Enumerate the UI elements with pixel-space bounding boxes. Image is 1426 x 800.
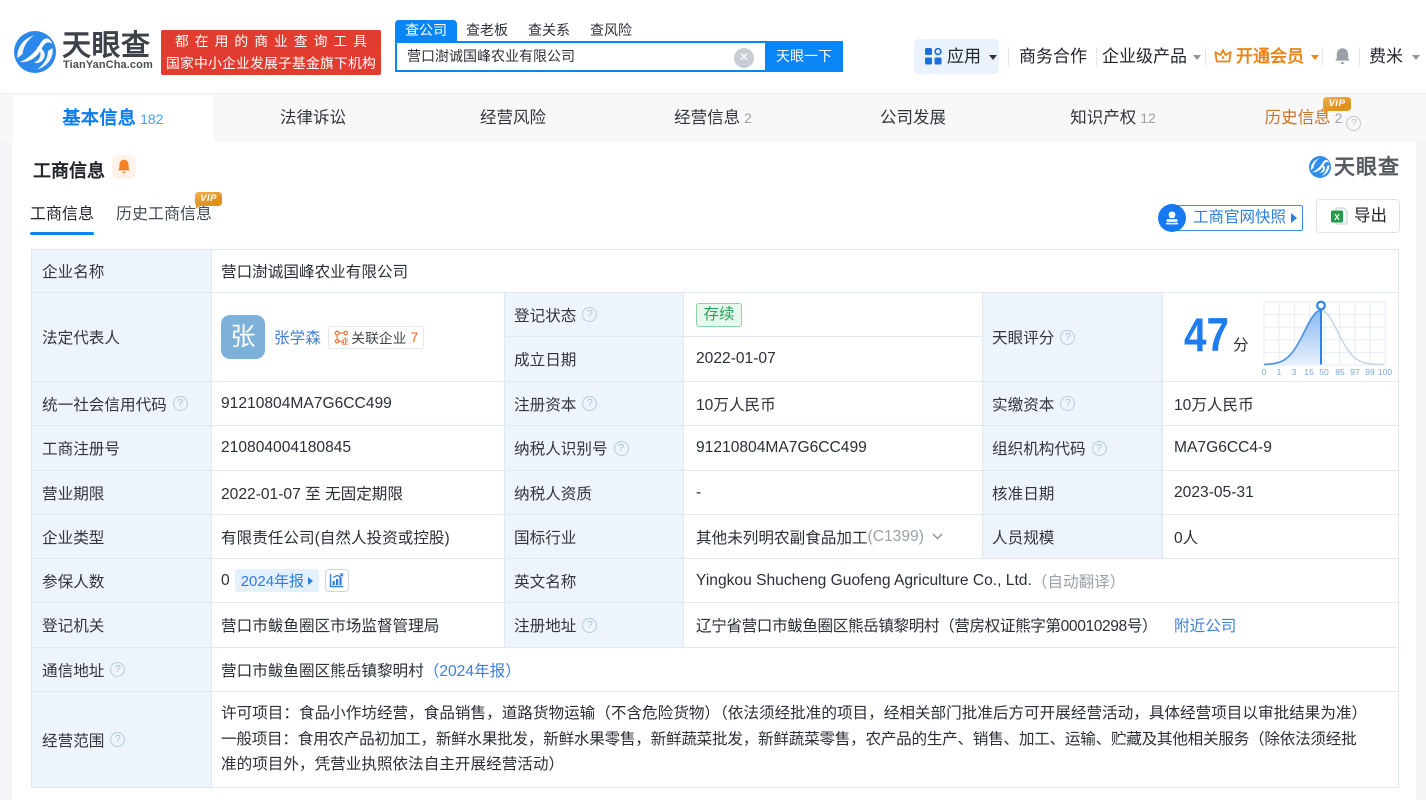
svg-text:15: 15 <box>1304 367 1314 377</box>
svg-text:3: 3 <box>1292 367 1297 377</box>
svg-text:99: 99 <box>1365 367 1375 377</box>
svg-text:100: 100 <box>1378 367 1392 377</box>
svg-text:1: 1 <box>1277 367 1282 377</box>
svg-text:企: 企 <box>341 337 349 345</box>
svg-text:97: 97 <box>1350 367 1360 377</box>
svg-text:50: 50 <box>1319 367 1329 377</box>
svg-text:X: X <box>1334 212 1340 222</box>
svg-text:85: 85 <box>1335 367 1345 377</box>
svg-text:0: 0 <box>1262 367 1267 377</box>
